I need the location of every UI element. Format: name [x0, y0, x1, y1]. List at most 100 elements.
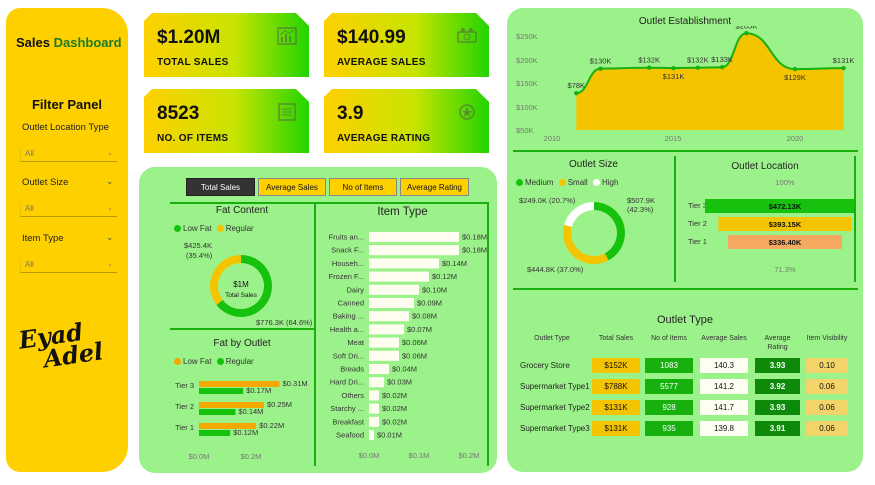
data-label: $132K — [687, 56, 709, 65]
item-type-bar[interactable] — [369, 416, 379, 427]
filter-item-type-select[interactable]: All ⌄ — [20, 258, 117, 273]
legend-dot — [558, 179, 566, 186]
item-type-label: Canned — [338, 299, 364, 308]
filter-label-item-type: Item Type — [22, 233, 64, 244]
cell-total-sales: $152K — [592, 358, 640, 373]
bar-value-label: $0.01M — [377, 431, 402, 440]
item-type-bar[interactable] — [369, 390, 379, 401]
item-type-bar[interactable] — [369, 403, 379, 414]
axis-tick: $100K — [516, 103, 538, 112]
axis-tick: 2015 — [665, 134, 682, 143]
chevron-down-icon[interactable]: ⌄ — [106, 176, 114, 187]
kpi-label: TOTAL SALES — [157, 57, 229, 68]
axis-tick: $0.0M — [189, 452, 210, 461]
data-point[interactable] — [598, 66, 603, 71]
outlet-location-title: Outlet Location — [731, 161, 799, 172]
data-point[interactable] — [695, 65, 700, 70]
chart-icon — [277, 27, 297, 45]
kpi-card-no-of-items: 8523 NO. OF ITEMS — [144, 89, 309, 153]
donut-slice-high[interactable] — [594, 202, 625, 261]
data-label: $133K — [711, 55, 733, 64]
chevron-down-icon[interactable]: ⌄ — [106, 232, 114, 243]
funnel-bottom-label: 71.3% — [774, 265, 796, 274]
cell-no-of-items: 5577 — [645, 379, 693, 394]
donut-label-high: $507.9K — [627, 196, 655, 205]
cell-item-visibility: 0.06 — [806, 379, 848, 394]
fat-by-outlet-title: Fat by Outlet — [213, 338, 271, 349]
bar-value-label: $0.18M — [462, 246, 487, 255]
bar-value-label: $0.14M — [238, 407, 263, 416]
tab-total-sales[interactable]: Total Sales — [186, 178, 255, 196]
outlet-establishment-chart: $250K $200K $150K $100K $50K $78K $130K $1… — [516, 26, 854, 143]
chevron-down-icon: ⌄ — [107, 150, 113, 157]
tier-label: Tier 2 — [175, 402, 194, 411]
bar-regular[interactable] — [199, 409, 236, 415]
axis-tick: $150K — [516, 79, 538, 88]
kpi-value: $140.99 — [337, 27, 406, 48]
money-icon — [457, 28, 477, 43]
bar-value-label: $0.25M — [267, 400, 292, 409]
data-point[interactable] — [841, 65, 846, 71]
axis-tick: $0.1M — [409, 451, 430, 460]
item-type-bar[interactable] — [369, 364, 389, 374]
tab-average-sales[interactable]: Average Sales — [258, 178, 326, 196]
kpi-value: $1.20M — [157, 27, 221, 48]
filter-size-select[interactable]: All ⌄ — [20, 202, 117, 217]
donut-slice-medium[interactable] — [563, 224, 609, 264]
cell-average-rating: 3.93 — [755, 358, 800, 373]
filter-location-select[interactable]: All ⌄ — [20, 147, 117, 162]
data-point[interactable] — [719, 65, 725, 70]
col-header: Average Rating — [764, 335, 791, 351]
tab-no-of-items[interactable]: No of Items — [329, 178, 397, 196]
item-type-bar[interactable] — [369, 324, 404, 335]
cell-no-of-items: 928 — [645, 400, 693, 415]
bar-value-label: $0.22M — [259, 421, 284, 430]
bar-value-label: $0.17M — [246, 386, 271, 395]
item-type-bar[interactable] — [369, 284, 419, 295]
tier-label: Tier 1 — [175, 423, 194, 432]
item-type-bar[interactable] — [369, 350, 399, 361]
kpi-value: 3.9 — [337, 103, 364, 124]
donut-slice-small[interactable] — [564, 202, 594, 227]
col-header: Item Visibility — [806, 335, 848, 342]
item-type-label: Dairy — [346, 285, 364, 294]
divider — [513, 288, 858, 290]
bar-value-label: $0.31M — [283, 379, 308, 388]
item-type-bar[interactable] — [369, 232, 459, 242]
data-point[interactable] — [792, 66, 798, 72]
donut-center-value: $1M — [233, 280, 249, 289]
item-type-bar[interactable] — [369, 311, 409, 322]
item-type-bar[interactable] — [369, 245, 459, 256]
bar-value-label: $0.02M — [382, 417, 407, 426]
kpi-label: NO. OF ITEMS — [157, 133, 229, 144]
tier-label: Tier 1 — [688, 237, 707, 246]
cell-average-rating: 3.91 — [755, 421, 800, 436]
item-type-bar[interactable] — [369, 271, 429, 282]
axis-tick: $0.2M — [459, 451, 480, 460]
donut-label-high-pct: (42.3%) — [627, 205, 654, 214]
data-point[interactable] — [647, 65, 652, 70]
item-type-label: Baking ... — [333, 312, 364, 321]
item-type-bar[interactable] — [369, 258, 439, 269]
funnel-value-label: $336.40K — [769, 238, 802, 247]
item-type-bar[interactable] — [369, 337, 399, 348]
item-type-label: Meat — [347, 338, 365, 347]
item-type-bar[interactable] — [369, 430, 374, 440]
data-point[interactable] — [574, 90, 579, 96]
bar-regular[interactable] — [199, 430, 231, 436]
legend-dot — [216, 225, 224, 232]
bar-value-label: $0.12M — [432, 272, 457, 281]
tab-average-rating[interactable]: Average Rating — [400, 178, 469, 196]
data-point[interactable] — [671, 65, 676, 71]
item-type-bar[interactable] — [369, 377, 384, 388]
legend-dot — [174, 358, 181, 365]
bar-value-label: $0.03M — [387, 378, 412, 387]
filter-label-location: Outlet Location Type — [22, 122, 109, 133]
bar-regular[interactable] — [199, 388, 244, 394]
bar-value-label: $0.04M — [392, 365, 417, 374]
item-type-label: Snack F... — [331, 246, 364, 255]
data-point[interactable] — [744, 31, 749, 36]
item-type-bar[interactable] — [369, 298, 414, 308]
donut-center-label: Total Sales — [225, 292, 258, 299]
kpi-label: AVERAGE RATING — [337, 133, 431, 144]
